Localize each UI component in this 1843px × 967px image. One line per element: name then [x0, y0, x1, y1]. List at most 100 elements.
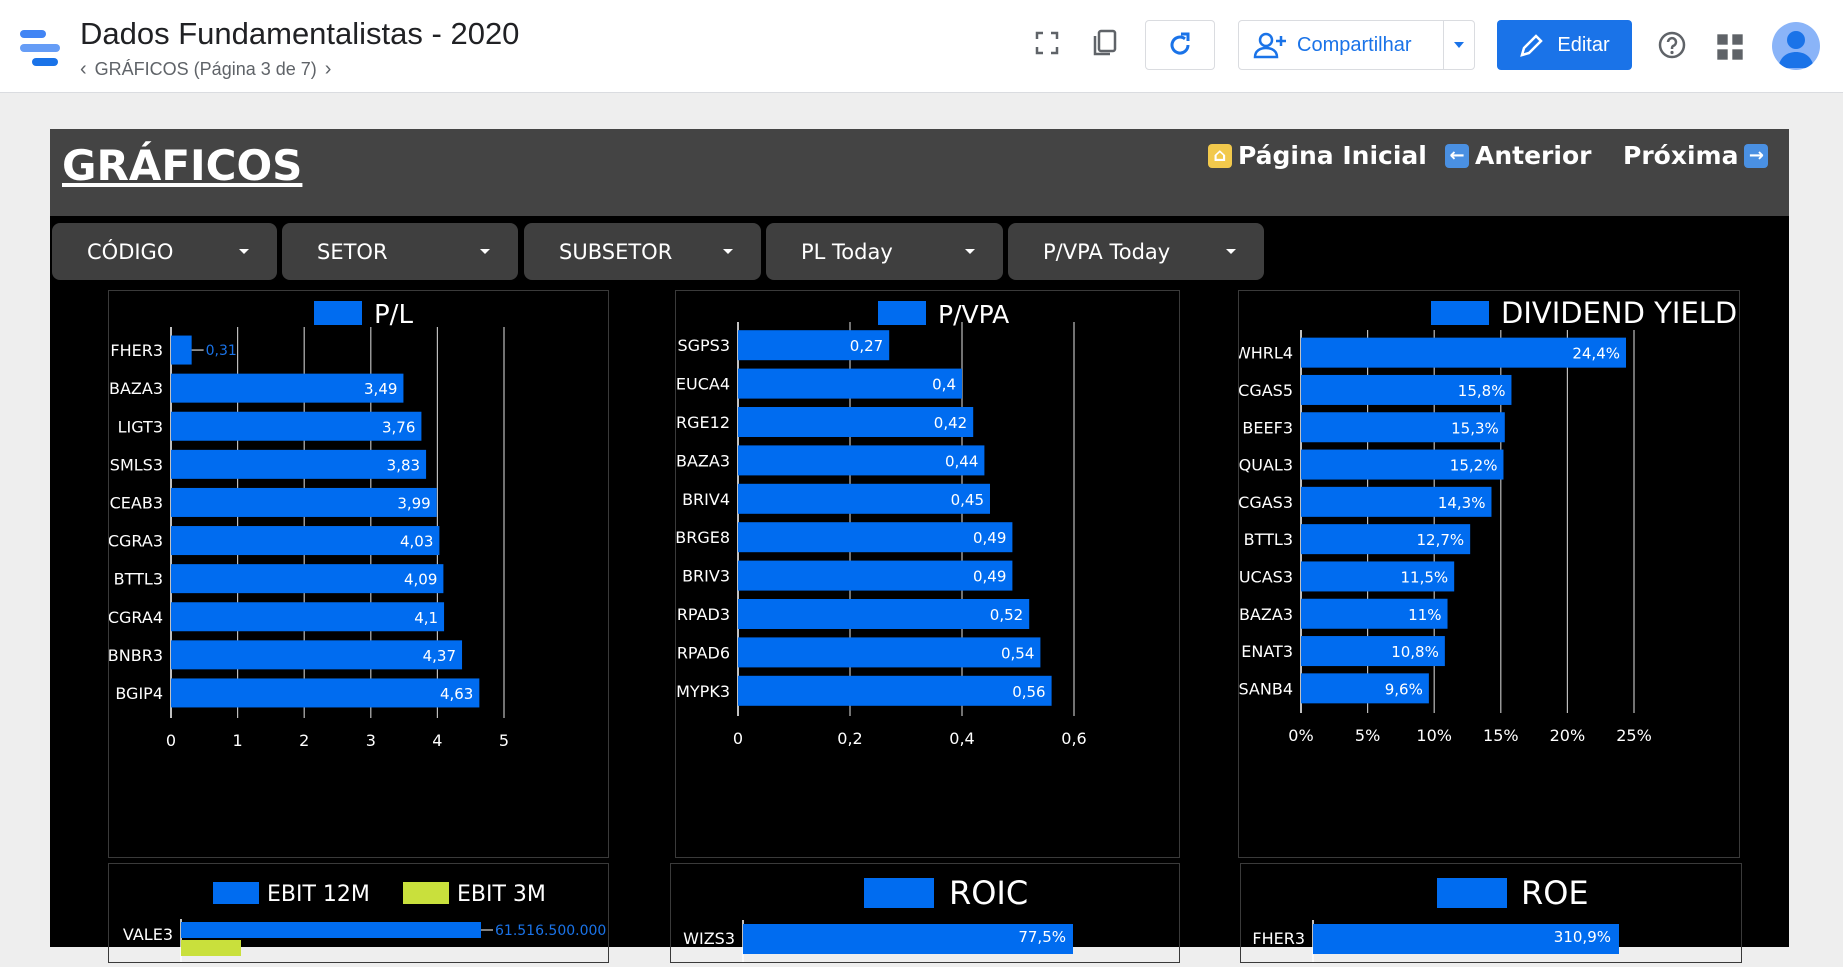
category-label: SGPS3 [677, 336, 730, 355]
category-label: FHER3 [1252, 929, 1305, 948]
category-label: CGRA3 [109, 532, 163, 551]
filter-codigo[interactable]: CÓDIGO [52, 223, 277, 280]
bar [171, 335, 192, 365]
bar [171, 564, 444, 594]
share-options-dropdown[interactable] [1443, 21, 1474, 69]
filter-setor[interactable]: SETOR [282, 223, 518, 280]
dividend-yield-chart[interactable]: DIVIDEND YIELD WHRL4 24,4% CGAS5 15,8% BEEF3 1… [1235, 290, 1740, 858]
tick-label: 5 [499, 731, 509, 750]
category-label: BAZA3 [676, 451, 730, 470]
help-icon[interactable] [1657, 30, 1687, 60]
data-label: 3,83 [387, 456, 420, 474]
data-label: 4,37 [423, 647, 456, 665]
dropdown-arrow-icon [1454, 42, 1464, 48]
data-label: 14,3% [1438, 494, 1486, 512]
category-label: RPAD3 [677, 605, 730, 624]
category-label: LIGT3 [118, 417, 163, 436]
data-label: 77,5% [1018, 928, 1066, 946]
house-icon: ⌂ [1208, 143, 1232, 168]
data-label: 4,03 [400, 533, 433, 551]
looker-studio-logo-icon[interactable] [18, 26, 62, 70]
chart-title: P/L [374, 300, 413, 330]
page-indicator[interactable]: GRÁFICOS (Página 3 de 7) [95, 59, 317, 80]
apps-grid-icon[interactable] [1715, 32, 1745, 62]
category-label: BTTL3 [114, 570, 163, 589]
filter-pl-today[interactable]: PL Today [766, 223, 1003, 280]
category-label: CGRA4 [109, 608, 163, 627]
tick-label: 15% [1483, 726, 1519, 745]
legend-label: EBIT 3M [457, 882, 546, 907]
category-label: UCAS3 [1239, 567, 1293, 586]
tick-label: 0% [1288, 726, 1313, 745]
bar [171, 640, 463, 670]
legend-swatch [403, 882, 449, 904]
category-label: SMLS3 [110, 455, 163, 474]
data-label: 4,1 [414, 609, 438, 627]
data-label: 9,6% [1385, 680, 1423, 698]
bar [181, 940, 241, 956]
roe-chart[interactable]: ROE FHER3 310,9% [1240, 863, 1742, 963]
tick-label: 25% [1616, 726, 1652, 745]
tick-label: 0,6 [1061, 729, 1086, 748]
tick-label: 10% [1416, 726, 1452, 745]
chevron-down-icon [723, 249, 733, 254]
data-label: 0,45 [951, 491, 984, 509]
filter-pvpa-today[interactable]: P/VPA Today [1008, 223, 1264, 280]
legend-swatch [314, 301, 362, 325]
data-label: 4,63 [440, 685, 473, 703]
tick-label: 0 [166, 731, 176, 750]
edit-button[interactable]: Editar [1497, 20, 1632, 70]
bar [738, 599, 1030, 629]
fullscreen-icon[interactable] [1032, 28, 1062, 58]
category-label: ENAT3 [1241, 642, 1293, 661]
category-label: RPAD6 [677, 643, 730, 662]
previous-page-chevron-icon[interactable]: ‹ [80, 58, 87, 81]
bar [171, 678, 480, 708]
bar [738, 637, 1041, 668]
user-avatar-icon [1778, 31, 1814, 68]
category-label: EUCA4 [676, 375, 730, 394]
pl-chart[interactable]: P/L FHER3 0,31 BAZA3 3,49 LIGT3 3,76 SMLS3 3,83 C… [108, 290, 609, 858]
page-breadcrumb: ‹ GRÁFICOS (Página 3 de 7) › [80, 58, 331, 81]
filter-subsetor[interactable]: SUBSETOR [524, 223, 761, 280]
category-label: CGAS3 [1239, 493, 1293, 512]
category-label: VALE3 [123, 925, 173, 944]
refresh-button[interactable] [1145, 20, 1215, 70]
data-label: 3,76 [382, 418, 415, 436]
previous-link-label: Anterior [1475, 141, 1592, 170]
bar [181, 922, 481, 938]
chart-title: DIVIDEND YIELD [1501, 296, 1737, 330]
data-label: 4,09 [404, 571, 437, 589]
ebit-chart[interactable]: EBIT 12M EBIT 3M VALE3 61.516.500.000 [108, 863, 609, 963]
chevron-down-icon [965, 249, 975, 254]
next-page-link[interactable]: Próxima → [1623, 141, 1769, 170]
category-label: BGIP4 [115, 684, 163, 703]
data-label: 0,49 [973, 568, 1006, 586]
roic-chart[interactable]: ROIC WIZS3 77,5% [670, 863, 1180, 963]
avatar[interactable] [1772, 22, 1820, 70]
category-label: CGAS5 [1239, 381, 1293, 400]
edit-button-label: Editar [1557, 33, 1610, 56]
share-button[interactable]: Compartilhar [1238, 20, 1475, 70]
data-label: 3,49 [364, 380, 397, 398]
category-label: BRIV3 [682, 567, 730, 586]
tick-label: 1 [233, 731, 243, 750]
left-arrow-icon: ← [1445, 143, 1469, 168]
data-label: 0,42 [934, 414, 967, 432]
next-page-chevron-icon[interactable]: › [325, 58, 332, 81]
filter-codigo-label: CÓDIGO [87, 239, 174, 264]
previous-page-link[interactable]: ← Anterior [1445, 141, 1591, 170]
home-link[interactable]: ⌂ Página Inicial [1208, 141, 1427, 170]
pl-chart-svg: P/L FHER3 0,31 BAZA3 3,49 LIGT3 3,76 SMLS3 3,83 C… [108, 300, 509, 750]
data-label: 15,3% [1451, 419, 1499, 437]
pvpa-chart[interactable]: P/VPA SGPS3 0,27 EUCA4 0,4 BRGE12 0,42 BAZA3 0,4… [665, 290, 1180, 858]
copy-icon[interactable] [1090, 28, 1120, 58]
category-label: BEEF3 [1242, 418, 1293, 437]
report-name[interactable]: Dados Fundamentalistas - 2020 [80, 16, 519, 52]
data-label: 0,31 [206, 343, 237, 359]
data-label: 0,44 [945, 452, 978, 470]
bar [738, 675, 1052, 706]
legend-swatch [1437, 878, 1507, 908]
filter-setor-label: SETOR [317, 239, 388, 264]
refresh-icon [1170, 32, 1190, 55]
